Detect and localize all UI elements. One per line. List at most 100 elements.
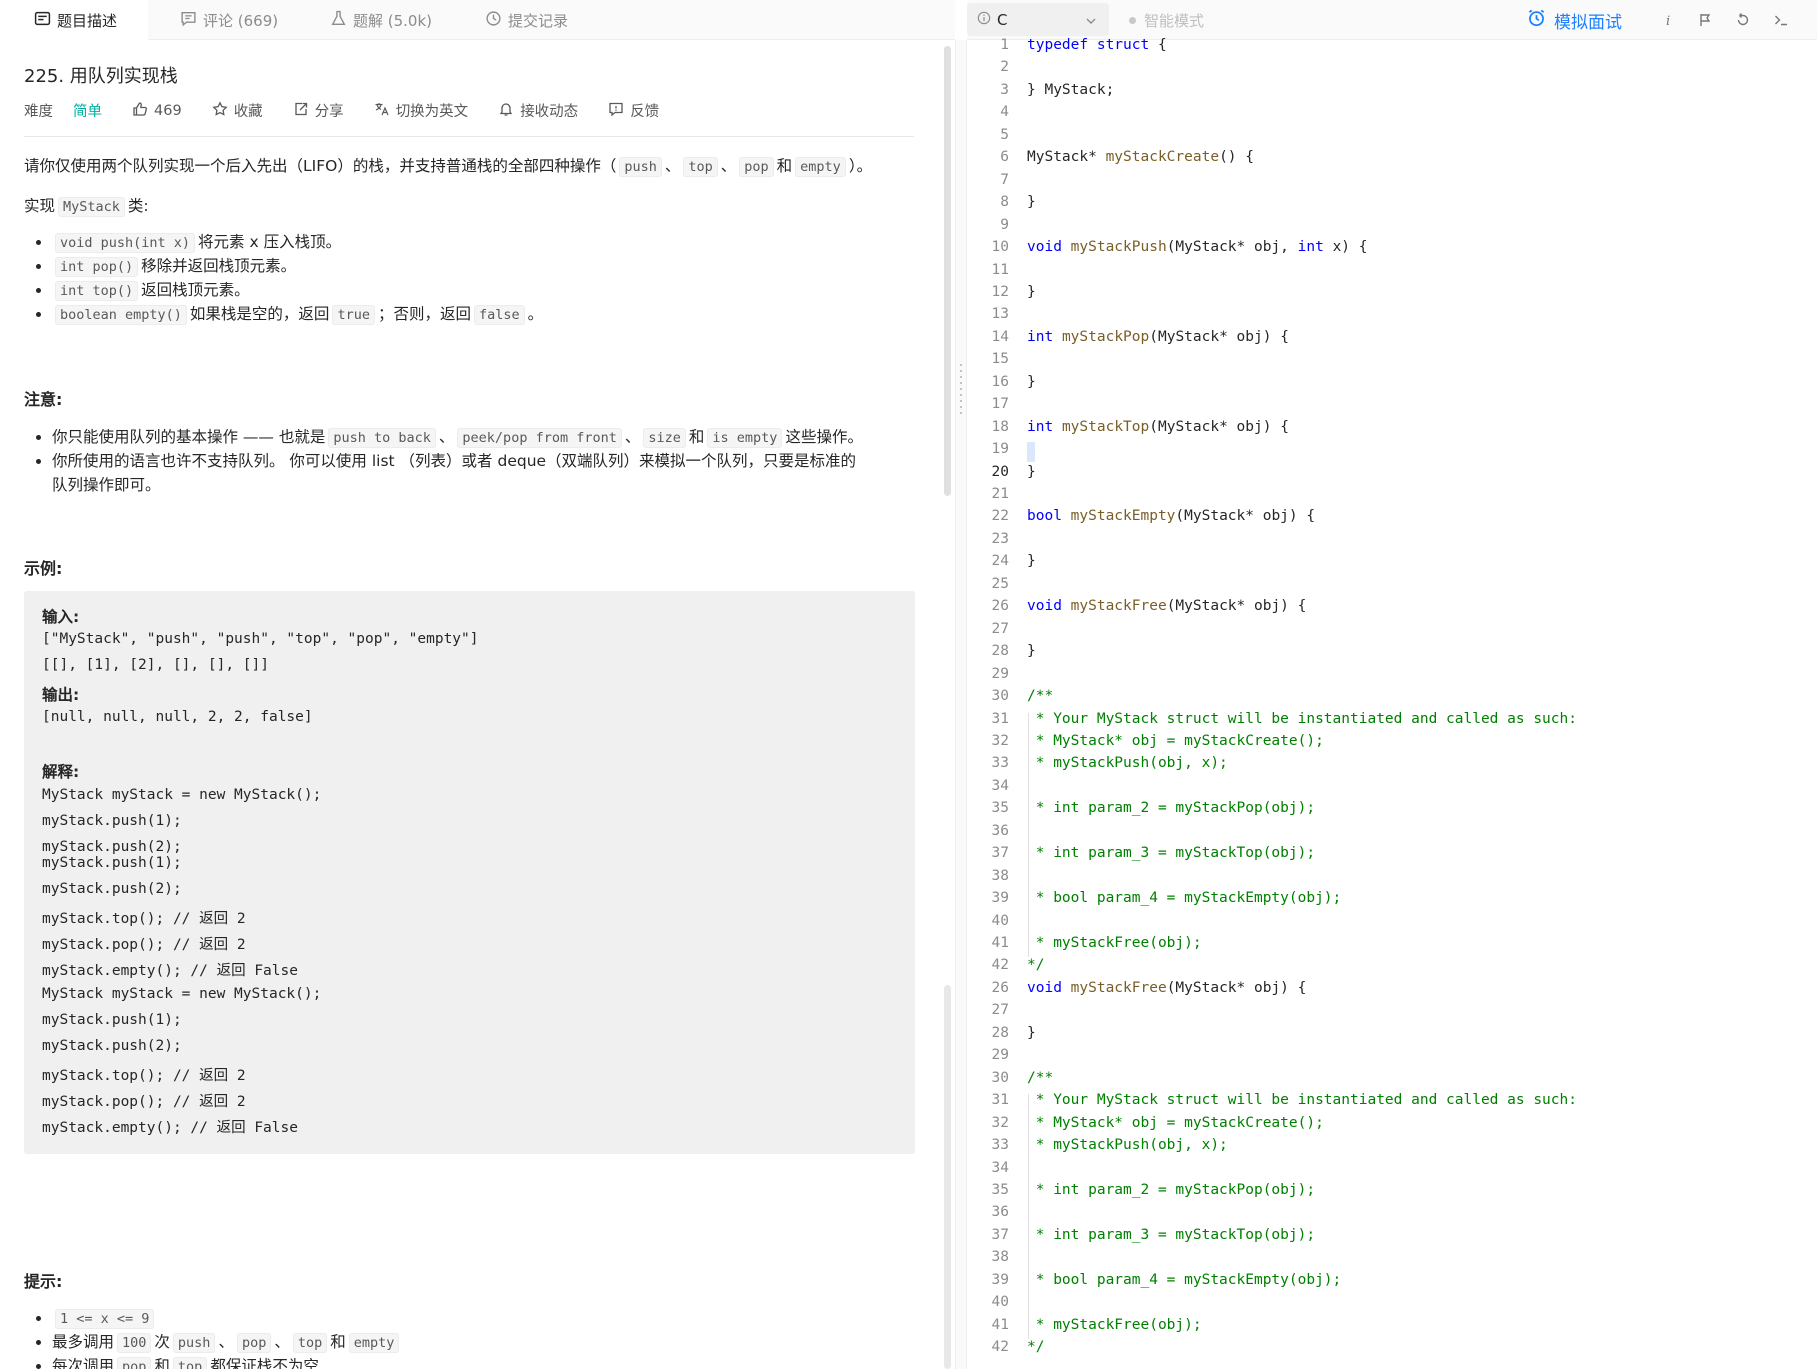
code-line[interactable]: * myStackFree(obj);: [1027, 1317, 1202, 1333]
example-block: 输入: ["MyStack", "push", "push", "top", "…: [24, 591, 915, 1154]
alarm-clock-icon: [1527, 8, 1546, 32]
like-button[interactable]: 469: [132, 101, 182, 121]
separator: 、: [664, 157, 681, 175]
code-line[interactable]: MyStack* myStackCreate() {: [1027, 149, 1254, 165]
code-line[interactable]: * int param_2 = myStackPop(obj);: [1027, 800, 1315, 816]
code-line[interactable]: */: [1027, 1339, 1044, 1355]
share-button[interactable]: 分享: [293, 100, 344, 121]
line-number: 39: [991, 890, 1009, 907]
panel-splitter[interactable]: [955, 40, 967, 1369]
code-editor[interactable]: 1 typedef struct {2 3} MyStack; 4 5 6 MyStack*…: [967, 37, 1817, 1369]
editor-panel: C 智能模式 模拟面试 i 1 typedef struct {2 3} MySta…: [967, 0, 1817, 1369]
code-line[interactable]: */: [1027, 957, 1044, 973]
tab-description[interactable]: 题目描述: [0, 0, 148, 41]
tab-description-label: 题目描述: [57, 12, 118, 30]
line-number: 37: [991, 845, 1009, 862]
notice-text: 你只能使用队列的基本操作 —— 也就是: [52, 428, 326, 446]
reset-icon[interactable]: [1732, 9, 1754, 31]
and-text: 和: [776, 157, 793, 175]
switch-language-label: 切换为英文: [395, 104, 469, 120]
code-line[interactable]: * myStackFree(obj);: [1027, 935, 1202, 951]
code-line[interactable]: * int param_3 = myStackTop(obj);: [1027, 845, 1315, 861]
method-list: void push(int x)将元素 x 压入栈顶。 int pop()移除并…: [52, 230, 543, 326]
line-number: 1: [1000, 37, 1009, 53]
language-select[interactable]: C: [967, 3, 1109, 36]
line-number: 32: [991, 732, 1009, 749]
tab-solutions[interactable]: 题解 (5.0k): [330, 0, 432, 40]
code-top: top: [683, 157, 718, 177]
example-explain-line: myStack.push(2);: [42, 881, 182, 897]
problem-panel: 题目描述 评论 (669) 题解 (5.0k) 提交记录 225. 用队列实现栈…: [0, 0, 955, 1369]
code-line[interactable]: * MyStack* obj = myStackCreate();: [1027, 733, 1324, 749]
line-number: 24: [991, 553, 1009, 570]
code-line[interactable]: bool myStackEmpty(MyStack* obj) {: [1027, 508, 1315, 524]
code-line[interactable]: void myStackFree(MyStack* obj) {: [1027, 980, 1306, 996]
code-line[interactable]: * int param_2 = myStackPop(obj);: [1027, 1182, 1315, 1198]
favorite-label: 收藏: [233, 104, 263, 120]
code-line[interactable]: * Your MyStack struct will be instantiat…: [1027, 1092, 1577, 1108]
code-line[interactable]: * bool param_4 = myStackEmpty(obj);: [1027, 1272, 1342, 1288]
code-line[interactable]: }: [1027, 643, 1036, 659]
code-size: size: [643, 428, 686, 448]
mock-interview-button[interactable]: 模拟面试: [1527, 0, 1622, 40]
and-text: 和: [330, 1333, 346, 1351]
line-number: 22: [991, 508, 1009, 525]
code-push: push: [619, 157, 662, 177]
star-icon: [212, 100, 228, 121]
code-line[interactable]: int myStackTop(MyStack* obj) {: [1027, 419, 1289, 435]
splitter-grip-icon[interactable]: [959, 362, 963, 418]
line-number: 40: [991, 912, 1009, 929]
separator: 、: [274, 1333, 290, 1351]
code-line[interactable]: void myStackPush(MyStack* obj, int x) {: [1027, 239, 1368, 255]
smart-mode-toggle[interactable]: 智能模式: [1129, 0, 1204, 40]
switch-language-button[interactable]: 切换为英文: [374, 100, 469, 121]
console-icon[interactable]: [1770, 9, 1792, 31]
code-line[interactable]: }: [1027, 1025, 1036, 1041]
method-text: 将元素 x 压入栈顶。: [198, 233, 342, 251]
problem-tabbar: 题目描述 评论 (669) 题解 (5.0k) 提交记录: [0, 0, 955, 41]
code-line[interactable]: * int param_3 = myStackTop(obj);: [1027, 1227, 1315, 1243]
code-line[interactable]: /**: [1027, 688, 1053, 704]
hint-code: pop: [236, 1333, 272, 1353]
and-text: 和: [154, 1357, 170, 1369]
description-scrollbar[interactable]: [944, 46, 951, 496]
favorite-button[interactable]: 收藏: [212, 100, 263, 121]
line-number: 32: [991, 1114, 1009, 1131]
feedback-button[interactable]: 反馈: [608, 100, 659, 121]
tab-submissions[interactable]: 提交记录: [485, 0, 568, 40]
info-icon[interactable]: i: [1657, 9, 1679, 31]
code-line[interactable]: }: [1027, 374, 1036, 390]
code-line[interactable]: * bool param_4 = myStackEmpty(obj);: [1027, 890, 1342, 906]
code-line[interactable]: }: [1027, 284, 1036, 300]
code-line[interactable]: * MyStack* obj = myStackCreate();: [1027, 1115, 1324, 1131]
code-line[interactable]: }: [1027, 553, 1036, 569]
hint-code: 1 <= x <= 9: [55, 1309, 155, 1329]
list-item: 1 <= x <= 9: [52, 1306, 402, 1330]
code-line[interactable]: * myStackPush(obj, x);: [1027, 1137, 1228, 1153]
code-line[interactable]: * myStackPush(obj, x);: [1027, 755, 1228, 771]
code-line[interactable]: /**: [1027, 1070, 1053, 1086]
code-line[interactable]: typedef struct {: [1027, 37, 1167, 53]
line-number: 10: [991, 239, 1009, 256]
subscribe-button[interactable]: 接收动态: [498, 100, 578, 121]
bell-icon: [498, 101, 514, 121]
tab-comments[interactable]: 评论 (669): [180, 0, 278, 40]
code-line[interactable]: } MyStack;: [1027, 82, 1114, 98]
line-number: 17: [991, 396, 1009, 413]
run-icon[interactable]: [1694, 9, 1716, 31]
line-number: 42: [991, 1339, 1009, 1356]
code-line[interactable]: * Your MyStack struct will be instantiat…: [1027, 711, 1577, 727]
hint-code: top: [292, 1333, 328, 1353]
example-explain-line: myStack.empty(); // 返回 False: [42, 1120, 298, 1136]
method-text: ；否则，返回: [377, 305, 471, 323]
code-line[interactable]: void myStackFree(MyStack* obj) {: [1027, 598, 1306, 614]
editor-toolbar: C 智能模式 模拟面试 i: [967, 0, 1817, 40]
method-text: 移除并返回栈顶元素。: [141, 257, 297, 275]
code-line[interactable]: }: [1027, 194, 1036, 210]
code-line[interactable]: }: [1027, 464, 1036, 480]
line-number: 29: [991, 665, 1009, 682]
code-line[interactable]: int myStackPop(MyStack* obj) {: [1027, 329, 1289, 345]
hint-code: top: [172, 1357, 208, 1369]
info-circle-icon: [977, 11, 991, 29]
description-scrollbar-track[interactable]: [944, 985, 951, 1369]
